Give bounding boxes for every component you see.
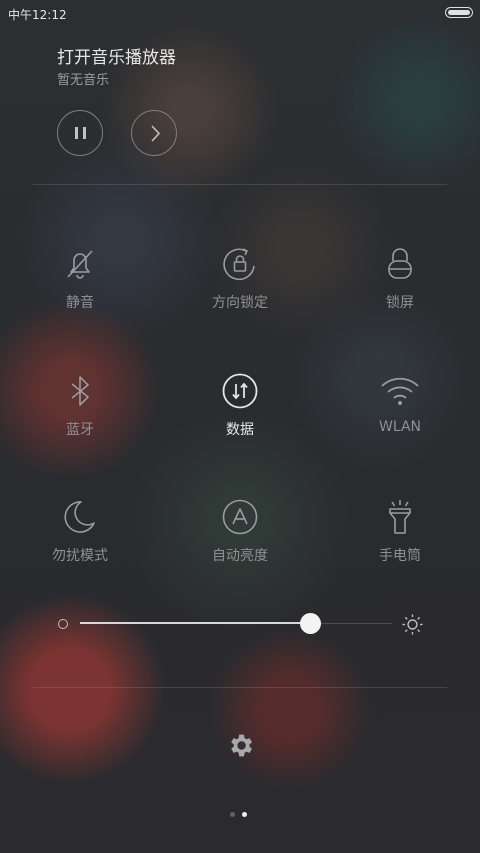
toggle-label: 静音 bbox=[66, 295, 94, 311]
brightness-slider-track[interactable] bbox=[80, 622, 392, 624]
settings-gear-icon[interactable] bbox=[226, 731, 255, 760]
toggle-auto-brightness[interactable]: 自动亮度 bbox=[170, 497, 310, 565]
wifi-icon bbox=[381, 377, 419, 405]
toggle-bluetooth[interactable]: 蓝牙 bbox=[10, 371, 150, 439]
auto-brightness-icon bbox=[222, 499, 258, 535]
toggle-mobile-data[interactable]: 数据 bbox=[170, 371, 310, 439]
page-dot-1 bbox=[230, 812, 235, 817]
notification-shade: 中午12:12 打开音乐播放器 暂无音乐 静音 方向锁定 锁屏 蓝牙 数据 WL… bbox=[0, 0, 480, 853]
toggle-label: 勿扰模式 bbox=[52, 548, 108, 564]
music-player-subtitle: 暂无音乐 bbox=[57, 73, 110, 88]
music-player-title[interactable]: 打开音乐播放器 bbox=[57, 43, 176, 68]
rotation-lock-icon bbox=[223, 248, 255, 281]
lock-icon bbox=[388, 248, 412, 279]
brightness-slider-fill bbox=[80, 622, 311, 624]
toggle-label: 锁屏 bbox=[386, 295, 414, 311]
brightness-low-icon bbox=[58, 619, 68, 629]
status-time: 中午12:12 bbox=[8, 8, 67, 22]
toggle-wlan[interactable]: WLAN bbox=[330, 371, 470, 435]
page-dot-2 bbox=[242, 812, 247, 817]
toggle-rotation-lock[interactable]: 方向锁定 bbox=[170, 244, 310, 312]
toggle-label: 蓝牙 bbox=[66, 422, 94, 438]
toggle-label: 自动亮度 bbox=[212, 548, 268, 564]
toggle-label: WLAN bbox=[378, 419, 421, 435]
toggle-mute[interactable]: 静音 bbox=[10, 244, 150, 312]
toggle-label: 手电筒 bbox=[379, 548, 421, 564]
divider-bottom bbox=[33, 687, 447, 688]
pause-icon bbox=[75, 127, 86, 139]
brightness-slider-thumb[interactable] bbox=[300, 613, 322, 634]
moon-icon bbox=[64, 501, 95, 533]
battery-icon bbox=[445, 7, 473, 18]
toggle-label: 数据 bbox=[226, 422, 254, 438]
toggle-lock-screen[interactable]: 锁屏 bbox=[330, 244, 470, 312]
next-button[interactable] bbox=[131, 110, 177, 156]
toggle-flashlight[interactable]: 手电筒 bbox=[330, 497, 470, 565]
chevron-right-icon bbox=[151, 125, 161, 142]
divider-top bbox=[33, 184, 447, 185]
bell-off-icon bbox=[67, 250, 93, 279]
toggle-label: 方向锁定 bbox=[212, 295, 268, 311]
flashlight-icon bbox=[389, 500, 411, 534]
bluetooth-icon bbox=[71, 376, 89, 406]
pause-button[interactable] bbox=[57, 110, 103, 156]
mobile-data-icon bbox=[222, 373, 258, 409]
brightness-high-icon bbox=[402, 614, 423, 635]
toggle-do-not-disturb[interactable]: 勿扰模式 bbox=[10, 497, 150, 565]
